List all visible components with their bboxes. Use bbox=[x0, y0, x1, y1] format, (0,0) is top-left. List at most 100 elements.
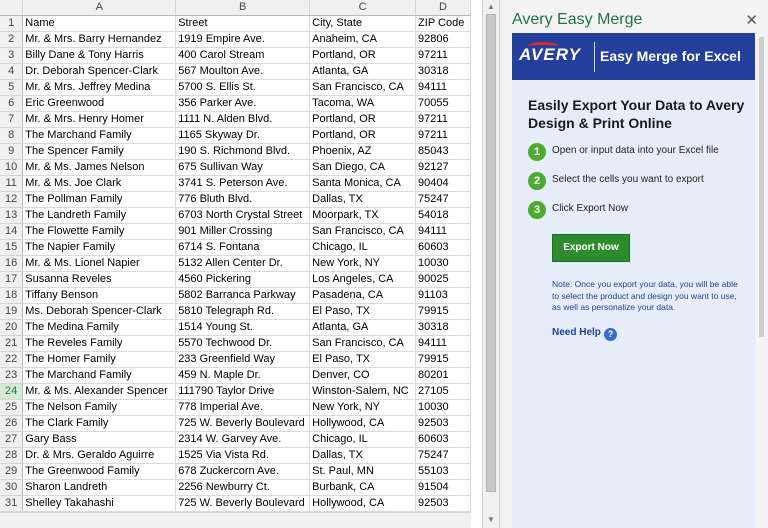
cell-street[interactable]: 356 Parker Ave. bbox=[175, 95, 311, 112]
cell-name[interactable]: The Flowette Family bbox=[22, 223, 177, 240]
cell-zip[interactable]: 92806 bbox=[415, 31, 471, 48]
cell-city[interactable]: San Francisco, CA bbox=[309, 79, 417, 96]
cell-street[interactable]: 2314 W. Garvey Ave. bbox=[175, 431, 311, 448]
cell-street[interactable]: 111790 Taylor Drive bbox=[175, 383, 311, 400]
row-number[interactable]: 25 bbox=[0, 399, 24, 416]
cell-name[interactable]: The Clark Family bbox=[22, 415, 177, 432]
cell-zip[interactable]: 94111 bbox=[415, 335, 471, 352]
cell-street[interactable]: 1525 Via Vista Rd. bbox=[175, 447, 311, 464]
cell-name[interactable]: The Marchand Family bbox=[22, 127, 177, 144]
cell-zip[interactable]: 27105 bbox=[415, 383, 471, 400]
cell-street[interactable]: 725 W. Beverly Boulevard bbox=[175, 415, 311, 432]
cell-city[interactable]: Chicago, IL bbox=[309, 431, 417, 448]
column-header-d[interactable]: D bbox=[415, 0, 471, 16]
cell-name[interactable]: The Medina Family bbox=[22, 319, 177, 336]
cell-zip[interactable]: 85043 bbox=[415, 143, 471, 160]
cell-city[interactable]: Phoenix, AZ bbox=[309, 143, 417, 160]
cell-street[interactable]: 459 N. Maple Dr. bbox=[175, 367, 311, 384]
cell-name[interactable]: The Homer Family bbox=[22, 351, 177, 368]
row-number[interactable]: 12 bbox=[0, 191, 24, 208]
cell-zip[interactable]: 92503 bbox=[415, 495, 471, 512]
cell-street[interactable]: 725 W. Beverly Boulevard bbox=[175, 495, 311, 512]
row-number[interactable]: 24 bbox=[0, 383, 24, 400]
cell-zip[interactable]: 92503 bbox=[415, 415, 471, 432]
row-number[interactable]: 13 bbox=[0, 207, 24, 224]
cell-street[interactable]: 4560 Pickering bbox=[175, 271, 311, 288]
row-number[interactable]: 16 bbox=[0, 255, 24, 272]
cell-name[interactable]: Ms. Deborah Spencer-Clark bbox=[22, 303, 177, 320]
cell-zip[interactable]: 30318 bbox=[415, 319, 471, 336]
cell-name[interactable]: Name bbox=[22, 15, 177, 32]
row-number[interactable]: 18 bbox=[0, 287, 24, 304]
cell-city[interactable]: El Paso, TX bbox=[309, 303, 417, 320]
row-number[interactable]: 17 bbox=[0, 271, 24, 288]
cell-zip[interactable]: 92127 bbox=[415, 159, 471, 176]
cell-street[interactable]: 567 Moulton Ave. bbox=[175, 63, 311, 80]
cell-zip[interactable]: 55103 bbox=[415, 463, 471, 480]
pane-scrollbar-thumb[interactable] bbox=[759, 37, 764, 337]
cell-name[interactable]: The Reveles Family bbox=[22, 335, 177, 352]
cell-street[interactable]: 1919 Empire Ave. bbox=[175, 31, 311, 48]
cell-name[interactable]: Billy Dane & Tony Harris bbox=[22, 47, 177, 64]
help-icon[interactable]: ? bbox=[604, 328, 617, 341]
cell-street[interactable]: 5802 Barranca Parkway bbox=[175, 287, 311, 304]
cell-name[interactable]: Susanna Reveles bbox=[22, 271, 177, 288]
row-number[interactable]: 10 bbox=[0, 159, 24, 176]
cell-zip[interactable]: 10030 bbox=[415, 255, 471, 272]
cell-name[interactable]: The Pollman Family bbox=[22, 191, 177, 208]
cell-street[interactable]: 5570 Techwood Dr. bbox=[175, 335, 311, 352]
cell-name[interactable]: Mr. & Ms. Lionel Napier bbox=[22, 255, 177, 272]
cell-city[interactable]: New York, NY bbox=[309, 399, 417, 416]
cell-city[interactable]: City, State bbox=[309, 15, 417, 32]
cell-name[interactable]: The Marchand Family bbox=[22, 367, 177, 384]
cell-zip[interactable]: 90025 bbox=[415, 271, 471, 288]
cell-city[interactable]: Portland, OR bbox=[309, 111, 417, 128]
row-number[interactable]: 30 bbox=[0, 479, 24, 496]
row-number[interactable]: 31 bbox=[0, 495, 24, 512]
cell-city[interactable]: Santa Monica, CA bbox=[309, 175, 417, 192]
row-number[interactable]: 2 bbox=[0, 31, 24, 48]
cell-city[interactable]: Atlanta, GA bbox=[309, 63, 417, 80]
row-number[interactable]: 19 bbox=[0, 303, 24, 320]
cell-name[interactable]: Mr. & Mrs. Barry Hernandez bbox=[22, 31, 177, 48]
cell-name[interactable]: Eric Greenwood bbox=[22, 95, 177, 112]
cell-street[interactable]: 6703 North Crystal Street bbox=[175, 207, 311, 224]
cell-city[interactable]: St. Paul, MN bbox=[309, 463, 417, 480]
cell-name[interactable]: Mr. & Ms. James Nelson bbox=[22, 159, 177, 176]
row-number[interactable]: 4 bbox=[0, 63, 24, 80]
cell-street[interactable]: 5132 Allen Center Dr. bbox=[175, 255, 311, 272]
cell-name[interactable]: Mr. & Mrs. Henry Homer bbox=[22, 111, 177, 128]
cell-zip[interactable]: 54018 bbox=[415, 207, 471, 224]
column-header-c[interactable]: C bbox=[309, 0, 417, 16]
row-number[interactable]: 8 bbox=[0, 127, 24, 144]
cell-zip[interactable]: 79915 bbox=[415, 303, 471, 320]
cell-city[interactable]: New York, NY bbox=[309, 255, 417, 272]
cell-name[interactable]: Dr. & Mrs. Geraldo Aguirre bbox=[22, 447, 177, 464]
cell-zip[interactable]: 94111 bbox=[415, 79, 471, 96]
cell-street[interactable]: 675 Sullivan Way bbox=[175, 159, 311, 176]
cell-city[interactable]: Los Angeles, CA bbox=[309, 271, 417, 288]
cell-zip[interactable]: 97211 bbox=[415, 111, 471, 128]
vertical-scrollbar[interactable]: ▲ ▼ bbox=[482, 0, 499, 528]
need-help-link[interactable]: Need Help bbox=[552, 327, 601, 338]
cell-street[interactable]: 1165 Skyway Dr. bbox=[175, 127, 311, 144]
cell-name[interactable]: Mr. & Mrs. Jeffrey Medina bbox=[22, 79, 177, 96]
cell-street[interactable]: 3741 S. Peterson Ave. bbox=[175, 175, 311, 192]
row-number[interactable]: 28 bbox=[0, 447, 24, 464]
cell-street[interactable]: 1111 N. Alden Blvd. bbox=[175, 111, 311, 128]
cell-name[interactable]: The Napier Family bbox=[22, 239, 177, 256]
cell-name[interactable]: Mr. & Ms. Joe Clark bbox=[22, 175, 177, 192]
spreadsheet-grid[interactable]: A B C D 1 Name Street City, State ZIP Code 2 M… bbox=[0, 0, 471, 512]
row-number[interactable]: 6 bbox=[0, 95, 24, 112]
cell-city[interactable]: Winston-Salem, NC bbox=[309, 383, 417, 400]
cell-city[interactable]: Chicago, IL bbox=[309, 239, 417, 256]
cell-street[interactable]: 2256 Newburry Ct. bbox=[175, 479, 311, 496]
scroll-down-icon[interactable]: ▼ bbox=[486, 515, 496, 525]
row-number[interactable]: 27 bbox=[0, 431, 24, 448]
cell-street[interactable]: 5810 Telegraph Rd. bbox=[175, 303, 311, 320]
cell-street[interactable]: 233 Greenfield Way bbox=[175, 351, 311, 368]
cell-name[interactable]: The Nelson Family bbox=[22, 399, 177, 416]
cell-zip[interactable]: 30318 bbox=[415, 63, 471, 80]
cell-street[interactable]: 776 Bluth Blvd. bbox=[175, 191, 311, 208]
cell-city[interactable]: Pasadena, CA bbox=[309, 287, 417, 304]
